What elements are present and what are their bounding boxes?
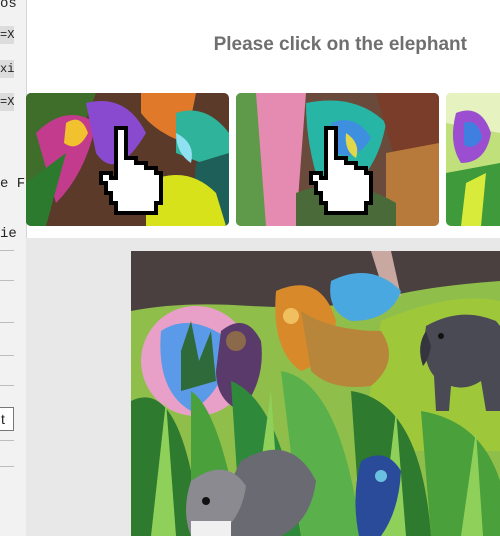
animal-scene-image [131, 251, 500, 536]
fragment-input[interactable]: t [0, 407, 14, 431]
divider [0, 466, 14, 467]
divider [0, 322, 14, 323]
fragment-text: =X [0, 95, 15, 109]
hand-pointer-icon [309, 126, 373, 215]
divider [0, 280, 14, 281]
challenge-image[interactable] [131, 251, 500, 536]
background-page-strip: os =X xi =X e F ie t [0, 0, 26, 536]
fragment-input-text: t [1, 411, 5, 427]
fragment-text: e F [0, 176, 26, 192]
challenge-image-area [26, 238, 500, 536]
fragment-text: os [0, 0, 17, 12]
fragment-text: =X [0, 28, 15, 42]
thumbnail-3[interactable] [446, 93, 500, 226]
captcha-prompt: Please click on the elephant [213, 34, 467, 55]
captcha-panel: Please click on the elephant [26, 0, 500, 536]
fragment-text: ie [0, 226, 17, 242]
thumbnail-2[interactable] [236, 93, 439, 226]
hand-pointer-icon [99, 126, 163, 215]
divider [0, 385, 14, 386]
thumbnail-3-image [446, 93, 500, 226]
divider [0, 250, 14, 251]
thumbnail-1[interactable] [26, 93, 229, 226]
divider [0, 355, 14, 356]
divider [0, 440, 14, 441]
fragment-text: xi [0, 62, 15, 76]
